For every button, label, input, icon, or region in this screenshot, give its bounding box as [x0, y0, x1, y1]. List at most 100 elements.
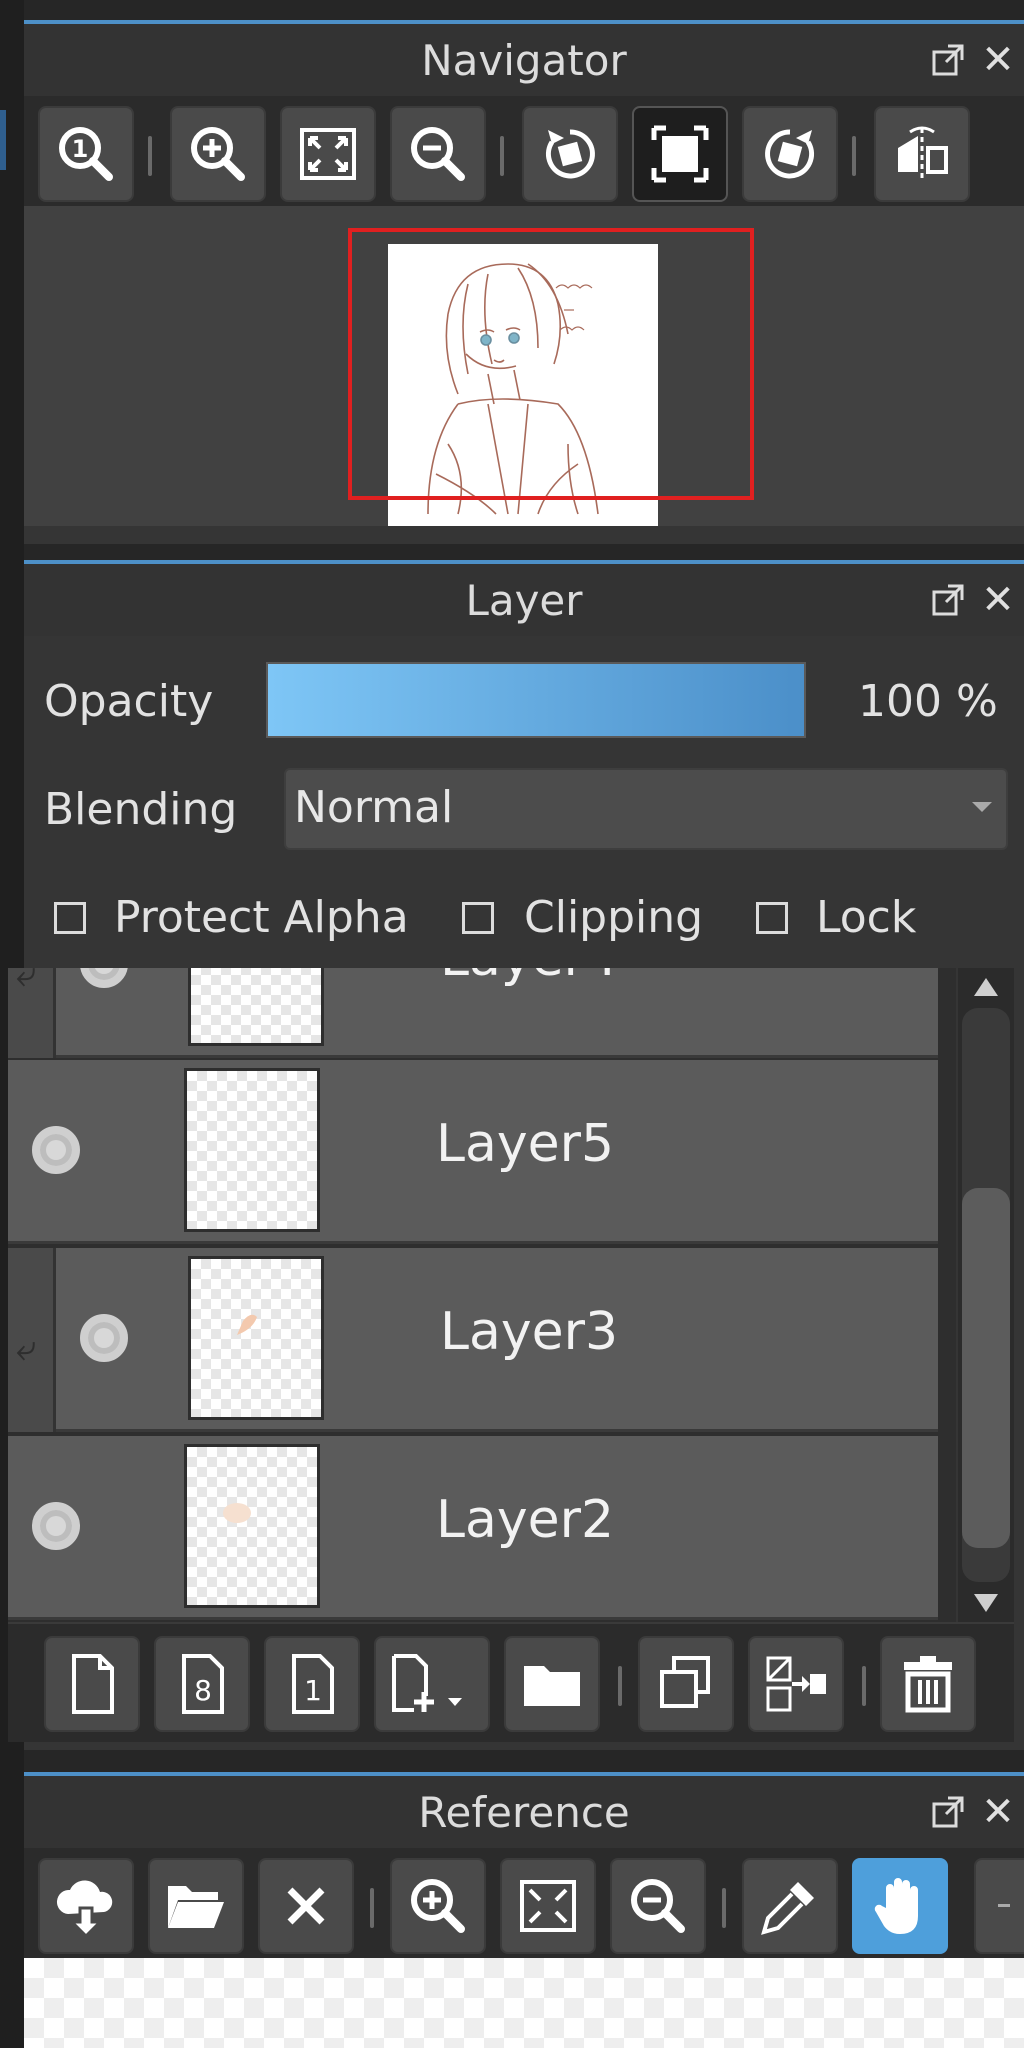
toolbar-separator: [370, 1888, 374, 1928]
close-reference-button[interactable]: [258, 1858, 354, 1954]
layer-item[interactable]: Layer4: [56, 968, 938, 1058]
visibility-toggle-icon[interactable]: [80, 1314, 128, 1362]
navigator-panel: Navigator ✕ 1: [24, 20, 1024, 544]
reference-zoom-in-button[interactable]: [390, 1858, 486, 1954]
visibility-toggle-icon[interactable]: [32, 1502, 80, 1550]
rotate-right-button[interactable]: [742, 106, 838, 202]
zoom-in-icon: [406, 1874, 470, 1938]
add-layer-menu-button[interactable]: [374, 1636, 490, 1732]
eyedropper-button[interactable]: [742, 1858, 838, 1954]
folder-open-icon: [164, 1874, 228, 1938]
rotate-left-icon: [538, 122, 602, 186]
opacity-slider[interactable]: [266, 662, 806, 738]
navigator-view-frame[interactable]: [348, 228, 754, 500]
lock-checkbox[interactable]: [756, 902, 788, 934]
trash-icon: [896, 1652, 960, 1716]
popout-icon[interactable]: [930, 582, 966, 618]
scroll-thumb[interactable]: [962, 1188, 1010, 1548]
layer2-thumb-image: [223, 1503, 251, 1523]
reference-panel: Reference ✕: [24, 1772, 1024, 2048]
close-icon[interactable]: ✕: [980, 1792, 1016, 1832]
close-icon: [274, 1874, 338, 1938]
layer3-thumb-image: [237, 1314, 257, 1335]
blending-value: Normal: [294, 782, 454, 833]
hand-tool-button[interactable]: [852, 1858, 948, 1954]
layer-list: Layer4 ⤶ Layer5 Layer3 ⤶ Layer2: [8, 968, 956, 1622]
svg-text:8: 8: [194, 1674, 212, 1707]
layer-item[interactable]: Layer2: [8, 1436, 938, 1620]
navigator-title: Navigator: [421, 35, 627, 85]
layer-name: Layer5: [436, 1114, 615, 1174]
more-icon: [994, 1902, 1014, 1910]
popout-icon[interactable]: [930, 1794, 966, 1830]
opacity-value: 100 %: [858, 676, 998, 727]
svg-text:1: 1: [72, 135, 89, 163]
1bit-layer-icon: 1: [280, 1652, 344, 1716]
navigator-header: Navigator ✕: [24, 20, 1024, 96]
reference-toolbar: [24, 1848, 1024, 1958]
merge-layer-button[interactable]: [748, 1636, 844, 1732]
app-root: Navigator ✕ 1 Layer ✕ Opacity 100 % Blen…: [0, 0, 1024, 2048]
clipping-checkbox[interactable]: [462, 902, 494, 934]
layer-thumbnail: [184, 1068, 320, 1232]
layer-item[interactable]: Layer3: [56, 1248, 938, 1432]
open-file-button[interactable]: [148, 1858, 244, 1954]
cloud-download-button[interactable]: [38, 1858, 134, 1954]
navigator-toolbar: 1: [24, 96, 1024, 206]
left-edge-marker: [0, 110, 6, 170]
scroll-down-icon[interactable]: [974, 1594, 998, 1612]
layer-thumbnail: [188, 968, 324, 1046]
lock-label: Lock: [816, 892, 917, 943]
fit-icon: [296, 122, 360, 186]
clipping-indicator: ⤶: [8, 1248, 56, 1432]
flip-horizontal-button[interactable]: [874, 106, 970, 202]
zoom-out-button[interactable]: [390, 106, 486, 202]
navigator-preview[interactable]: [24, 206, 1024, 526]
layer-thumbnail: [184, 1444, 320, 1608]
new-layer-icon: [60, 1652, 124, 1716]
protect-alpha-label: Protect Alpha: [114, 892, 409, 943]
toolbar-separator: [618, 1666, 622, 1706]
reference-canvas[interactable]: [24, 1958, 1024, 2048]
folder-icon: [520, 1652, 584, 1716]
visibility-toggle-icon[interactable]: [80, 968, 128, 988]
scroll-up-icon[interactable]: [974, 978, 998, 996]
rotate-left-button[interactable]: [522, 106, 618, 202]
chevron-down-icon: [972, 802, 992, 812]
clipping-indicator: ⤶: [8, 968, 56, 1058]
zoom-in-icon: [186, 122, 250, 186]
protect-alpha-checkbox[interactable]: [54, 902, 86, 934]
layer-header: Layer ✕: [24, 560, 1024, 636]
delete-layer-button[interactable]: [880, 1636, 976, 1732]
eyedropper-icon: [758, 1874, 822, 1938]
zoom-actual-icon: 1: [54, 122, 118, 186]
zoom-actual-button[interactable]: 1: [38, 106, 134, 202]
close-icon[interactable]: ✕: [980, 40, 1016, 80]
new-8bit-layer-button[interactable]: 8: [154, 1636, 250, 1732]
close-icon[interactable]: ✕: [980, 580, 1016, 620]
reference-zoom-out-button[interactable]: [610, 1858, 706, 1954]
clip-arrow-icon: ⤶: [16, 968, 37, 995]
reset-rotate-button[interactable]: [632, 106, 728, 202]
toolbar-separator: [722, 1888, 726, 1928]
layer-list-scrollbar[interactable]: [958, 968, 1014, 1622]
duplicate-layer-button[interactable]: [638, 1636, 734, 1732]
clipping-label: Clipping: [524, 892, 704, 943]
layer-item[interactable]: Layer5: [8, 1060, 938, 1244]
popout-icon[interactable]: [930, 42, 966, 78]
reset-rotate-icon: [648, 122, 712, 186]
reference-more-button[interactable]: [974, 1858, 1024, 1954]
fit-button[interactable]: [280, 106, 376, 202]
cloud-download-icon: [54, 1874, 118, 1938]
new-folder-button[interactable]: [504, 1636, 600, 1732]
layer-name: Layer4: [440, 968, 618, 988]
blending-label: Blending: [44, 784, 238, 835]
visibility-toggle-icon[interactable]: [32, 1126, 80, 1174]
new-layer-button[interactable]: [44, 1636, 140, 1732]
8bit-layer-icon: 8: [170, 1652, 234, 1716]
zoom-in-button[interactable]: [170, 106, 266, 202]
svg-text:1: 1: [304, 1674, 322, 1707]
blending-select[interactable]: Normal: [284, 768, 1008, 850]
reference-fit-button[interactable]: [500, 1858, 596, 1954]
new-1bit-layer-button[interactable]: 1: [264, 1636, 360, 1732]
